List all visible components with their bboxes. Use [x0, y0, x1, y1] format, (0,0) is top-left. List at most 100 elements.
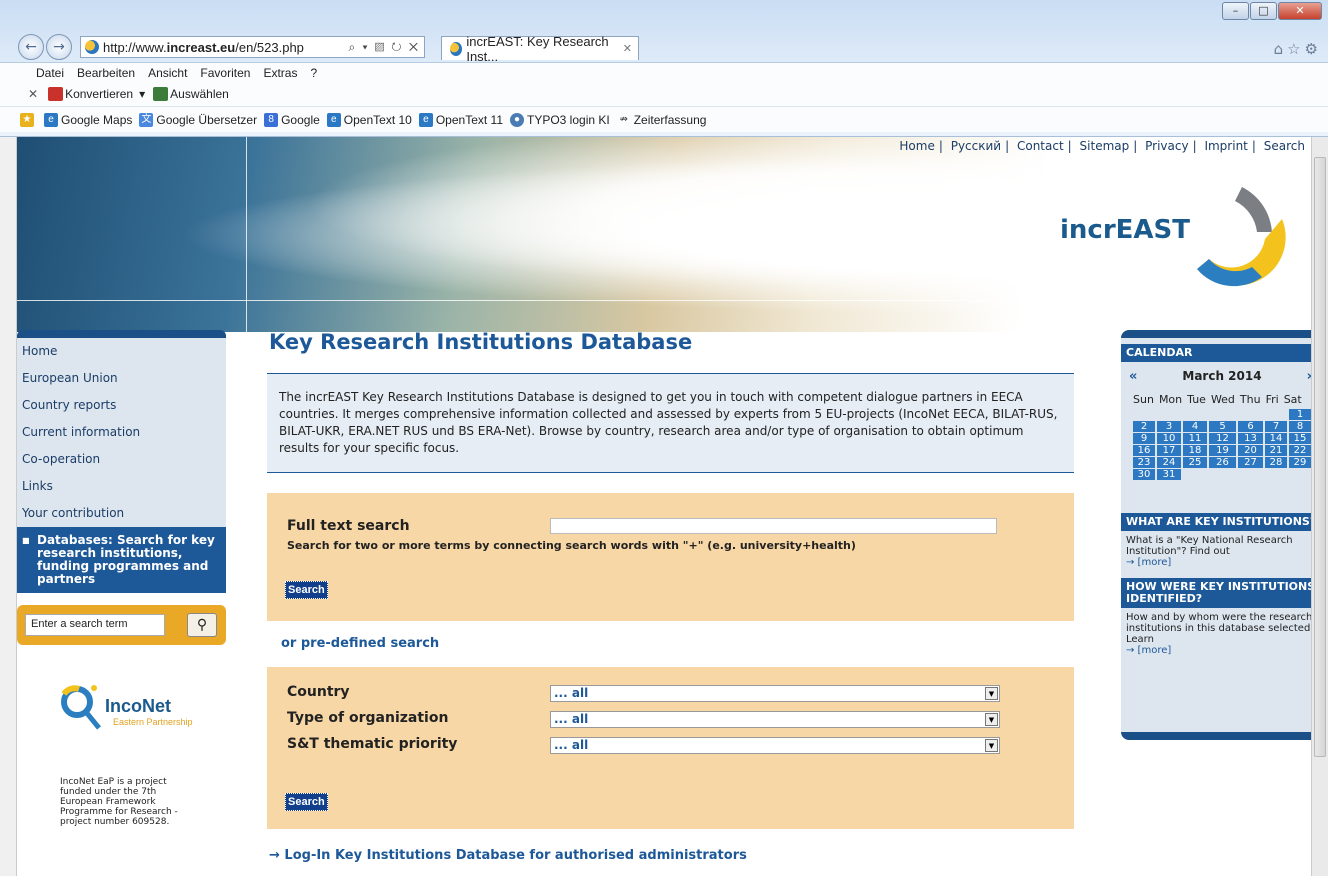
close-window-button[interactable]: ✕: [1278, 2, 1322, 20]
calendar-day[interactable]: 24: [1157, 457, 1181, 468]
calendar-day[interactable]: 20: [1238, 445, 1263, 456]
menu-bearbeiten[interactable]: Bearbeiten: [77, 66, 135, 80]
topnav-privacy[interactable]: Privacy: [1145, 139, 1188, 153]
calendar-day[interactable]: 11: [1183, 433, 1207, 444]
fav-google-maps[interactable]: e Google Maps: [44, 112, 132, 127]
predefined-search-link[interactable]: or pre-defined search: [281, 636, 439, 651]
menu-help[interactable]: ?: [310, 66, 317, 80]
topnav-contact[interactable]: Contact: [1017, 139, 1064, 153]
calendar-day[interactable]: 5: [1209, 421, 1236, 432]
maximize-button[interactable]: □: [1250, 2, 1277, 20]
right-sidebar: CALENDAR « March 2014 » Sun Mon Tue Wed …: [1121, 330, 1311, 740]
calendar-day[interactable]: 29: [1289, 457, 1311, 468]
calendar-day[interactable]: 28: [1265, 457, 1287, 468]
calendar-day[interactable]: 6: [1238, 421, 1263, 432]
admin-login-link[interactable]: → Log-In Key Institutions Database for a…: [269, 848, 747, 863]
fulltext-search-button[interactable]: Search: [285, 581, 328, 599]
calendar-day[interactable]: 9: [1133, 433, 1155, 444]
left-navigation: Home European Union Country reports Curr…: [17, 330, 226, 593]
forward-button[interactable]: →: [46, 34, 72, 60]
menu-extras[interactable]: Extras: [263, 66, 297, 80]
thematic-priority-select[interactable]: ... all ▼: [550, 737, 1000, 754]
address-bar[interactable]: http://www. increast.eu/en/523.php ⌕ ▾ ▨ …: [80, 36, 425, 58]
favorites-star-button[interactable]: ★: [20, 112, 37, 127]
fav-opentext-11[interactable]: e OpenText 11: [418, 112, 503, 127]
calendar-day[interactable]: 14: [1265, 433, 1287, 444]
favorites-star-icon[interactable]: ☆: [1287, 40, 1304, 58]
calendar-day[interactable]: 26: [1209, 457, 1236, 468]
gear-icon[interactable]: ⚙: [1305, 40, 1322, 58]
inconet-logo[interactable]: IncoNet Eastern Partnership: [57, 682, 207, 737]
scrollbar-thumb[interactable]: [1314, 157, 1326, 757]
calendar-day[interactable]: 8: [1289, 421, 1311, 432]
calendar-day[interactable]: 10: [1157, 433, 1181, 444]
predefined-search-button[interactable]: Search: [285, 793, 328, 811]
inconet-subtitle: Eastern Partnership: [113, 717, 193, 727]
address-tools[interactable]: ⌕ ▾ ▨ ↻ ✕: [349, 40, 425, 55]
sidebar-item-european-union[interactable]: European Union: [17, 365, 226, 392]
topnav-home[interactable]: Home: [899, 139, 934, 153]
sidebar-item-home[interactable]: Home: [17, 338, 226, 365]
select-button[interactable]: Auswählen: [170, 87, 229, 101]
organization-type-select[interactable]: ... all ▼: [550, 711, 1000, 728]
sidebar-item-co-operation[interactable]: Co-operation: [17, 446, 226, 473]
browser-tab[interactable]: incrEAST: Key Research Inst... ✕: [441, 34, 639, 64]
fav-opentext-10[interactable]: e OpenText 10: [326, 112, 412, 127]
menu-ansicht[interactable]: Ansicht: [148, 66, 187, 80]
menu-datei[interactable]: Datei: [36, 66, 64, 80]
calendar-day[interactable]: 30: [1133, 469, 1155, 480]
calendar-day[interactable]: 4: [1183, 421, 1207, 432]
calendar-day[interactable]: 17: [1157, 445, 1181, 456]
sidebar-item-databases[interactable]: Databases: Search for key research insti…: [17, 527, 226, 593]
sidebar-item-links[interactable]: Links: [17, 473, 226, 500]
minimize-button[interactable]: –: [1222, 2, 1249, 20]
sidebar-item-current-information[interactable]: Current information: [17, 419, 226, 446]
sidebar-search-input[interactable]: Enter a search term: [25, 614, 165, 636]
topnav-search[interactable]: Search: [1264, 139, 1305, 153]
convert-dropdown-icon[interactable]: ▾: [139, 87, 145, 101]
calendar-day[interactable]: 15: [1289, 433, 1311, 444]
fav-google[interactable]: 8 Google: [264, 112, 320, 127]
tab-close-icon[interactable]: ✕: [623, 42, 632, 55]
calendar-day[interactable]: 7: [1265, 421, 1287, 432]
country-select[interactable]: ... all ▼: [550, 685, 1000, 702]
topnav-imprint[interactable]: Imprint: [1204, 139, 1247, 153]
fav-label: Google Übersetzer: [156, 112, 258, 127]
logo-text: incrEAST: [1060, 215, 1190, 245]
menu-favoriten[interactable]: Favoriten: [200, 66, 250, 80]
calendar-day[interactable]: 13: [1238, 433, 1263, 444]
how-were-more-link[interactable]: → [more]: [1126, 645, 1171, 656]
calendar-day[interactable]: 31: [1157, 469, 1181, 480]
calendar-day[interactable]: 27: [1238, 457, 1263, 468]
calendar-day[interactable]: 16: [1133, 445, 1155, 456]
topnav-russian[interactable]: Русский: [951, 139, 1001, 153]
convert-button[interactable]: Konvertieren: [65, 87, 133, 101]
sidebar-item-country-reports[interactable]: Country reports: [17, 392, 226, 419]
fav-typo3[interactable]: ● TYPO3 login KI: [510, 112, 610, 127]
weekday: Sat: [1283, 393, 1302, 406]
calendar-day[interactable]: 19: [1209, 445, 1236, 456]
home-icon[interactable]: ⌂: [1274, 40, 1288, 58]
topnav-sitemap[interactable]: Sitemap: [1080, 139, 1130, 153]
back-button[interactable]: ←: [18, 34, 44, 60]
fulltext-search-input[interactable]: [550, 518, 997, 534]
calendar-day[interactable]: 22: [1289, 445, 1311, 456]
calendar-day[interactable]: 2: [1133, 421, 1155, 432]
fav-google-translate[interactable]: 文 Google Übersetzer: [139, 112, 258, 127]
vertical-scrollbar[interactable]: [1311, 137, 1328, 876]
what-are-text: What is a "Key National Research Institu…: [1121, 531, 1311, 572]
what-are-more-link[interactable]: → [more]: [1126, 557, 1171, 568]
search-icon[interactable]: ⚲: [187, 613, 217, 637]
sidebar-item-your-contribution[interactable]: Your contribution: [17, 500, 226, 527]
calendar-next-button[interactable]: »: [1307, 369, 1311, 384]
close-toolbar-icon[interactable]: ✕: [28, 87, 38, 101]
calendar-day[interactable]: 21: [1265, 445, 1287, 456]
calendar-day[interactable]: 25: [1183, 457, 1207, 468]
calendar-day[interactable]: 12: [1209, 433, 1236, 444]
browser-right-icons: ⌂☆⚙: [1274, 40, 1322, 58]
calendar-day[interactable]: 18: [1183, 445, 1207, 456]
calendar-day[interactable]: 23: [1133, 457, 1155, 468]
fav-zeiterfassung[interactable]: ⇏ Zeiterfassung: [617, 113, 707, 127]
calendar-day[interactable]: 3: [1157, 421, 1181, 432]
calendar-day[interactable]: 1: [1289, 409, 1311, 420]
